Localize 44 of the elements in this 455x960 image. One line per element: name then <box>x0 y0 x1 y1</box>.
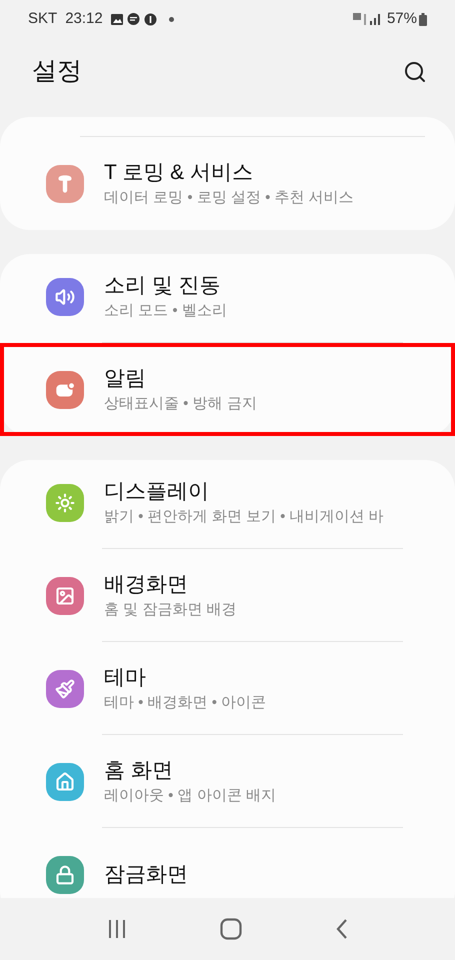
paintbrush-icon <box>46 670 84 708</box>
item-subtitle: 소리 모드 • 벨소리 <box>104 300 227 320</box>
image-icon <box>46 576 84 614</box>
settings-item[interactable]: 홈 화면 레이아웃 • 앱 아이콘 배지 <box>22 735 433 828</box>
lock-icon <box>46 856 84 894</box>
sun-icon <box>46 484 84 522</box>
settings-item[interactable]: 테마 테마 • 배경화면 • 아이콘 <box>22 642 433 735</box>
alert-notification-icon <box>144 12 157 26</box>
item-title: 홈 화면 <box>104 758 174 784</box>
settings-item[interactable]: 배경화면 홈 및 잠금화면 배경 <box>22 549 433 642</box>
item-title: 배경화면 <box>104 572 189 598</box>
item-subtitle: 상태표시줄 • 방해 금지 <box>104 394 257 414</box>
item-title: 잠금화면 <box>104 862 188 888</box>
item-title: 테마 <box>104 664 147 690</box>
item-subtitle: 데이터 로밍 • 로밍 설정 • 추천 서비스 <box>104 188 354 208</box>
item-subtitle: 밝기 • 편안하게 화면 보기 • 내비게이션 바 <box>104 506 384 526</box>
clock: 23:12 <box>65 8 103 29</box>
item-subtitle: 홈 및 잠금화면 배경 <box>104 600 237 620</box>
settings-item[interactable]: 디스플레이 밝기 • 편안하게 화면 보기 • 내비게이션 바 <box>22 456 433 549</box>
home-button[interactable] <box>220 918 242 940</box>
item-subtitle: 테마 • 배경화면 • 아이콘 <box>104 692 266 712</box>
back-button[interactable] <box>334 918 348 940</box>
item-subtitle: 레이아웃 • 앱 아이콘 배지 <box>104 786 276 806</box>
page-title: 설정 <box>32 56 82 88</box>
item-title: 소리 및 진동 <box>104 272 222 298</box>
settings-item[interactable]: 알림 상태표시줄 • 방해 금지 <box>0 343 455 436</box>
battery-icon <box>419 12 427 26</box>
search-button[interactable] <box>403 60 427 84</box>
item-title: 알림 <box>104 366 147 392</box>
notification-icon <box>46 370 84 408</box>
speaker-icon <box>46 278 84 316</box>
settings-item[interactable]: 소리 및 진동 소리 모드 • 벨소리 <box>22 250 433 343</box>
home-icon <box>46 762 84 800</box>
settings-item[interactable]: T 로밍 & 서비스 데이터 로밍 • 로밍 설정 • 추천 서비스 <box>22 137 433 230</box>
signal-icon <box>352 12 383 26</box>
gallery-notification-icon <box>110 14 123 24</box>
battery-percent: 57% <box>386 8 417 29</box>
dot-icon <box>168 16 174 22</box>
chat-notification-icon <box>126 12 140 26</box>
settings-item[interactable]: 잠금화면 <box>22 828 433 898</box>
item-title: 디스플레이 <box>104 478 210 504</box>
item-title: T 로밍 & 서비스 <box>104 160 254 186</box>
recent-apps-button[interactable] <box>106 920 126 938</box>
carrier: SKT <box>28 8 58 29</box>
